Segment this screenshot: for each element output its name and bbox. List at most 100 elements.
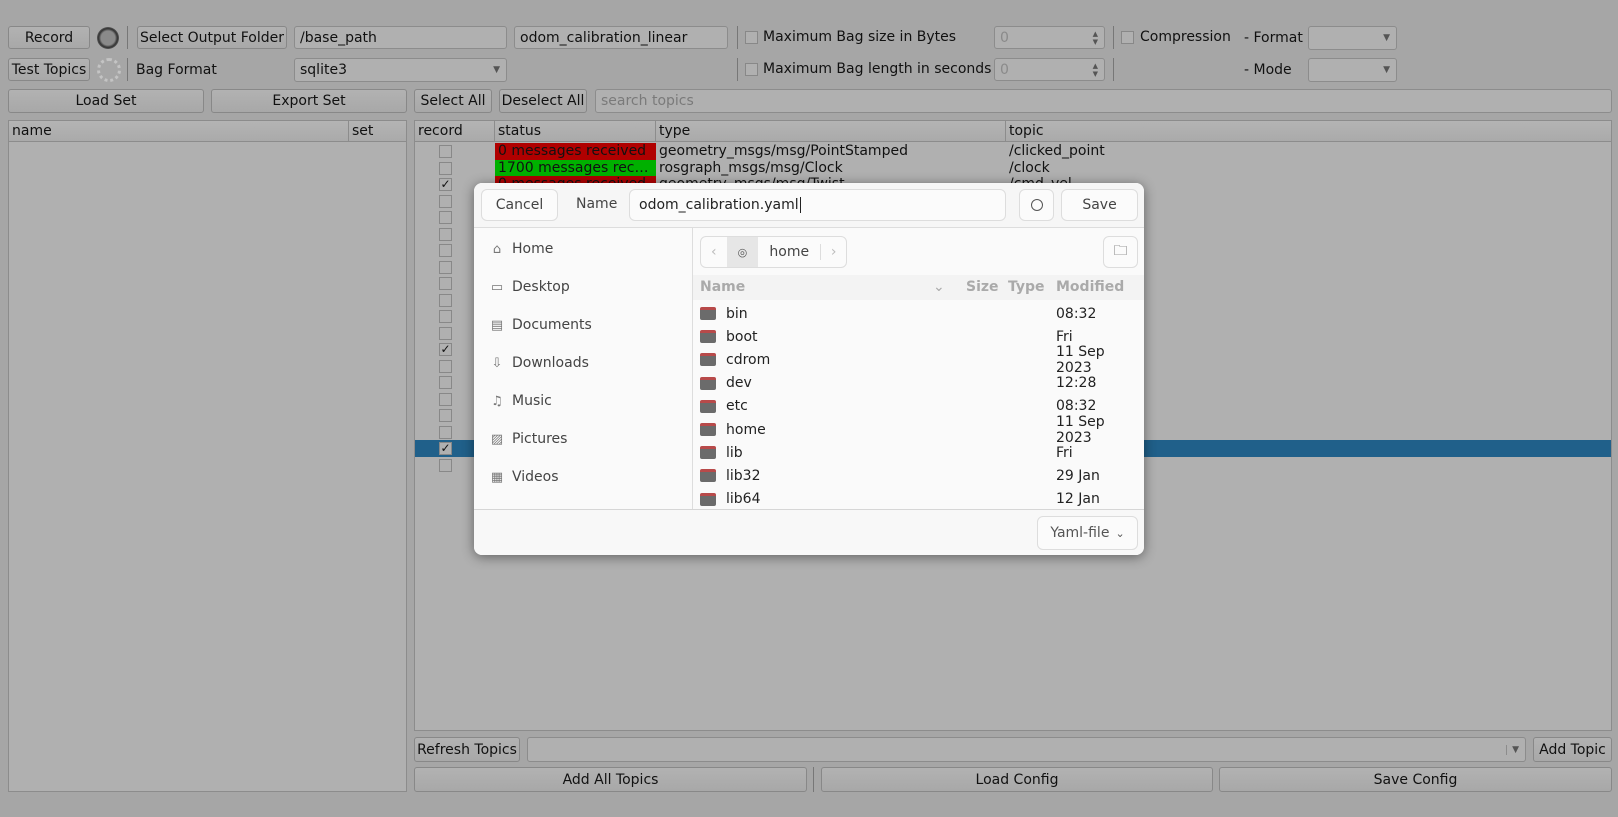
record-checkbox[interactable] <box>439 293 452 307</box>
record-button[interactable]: Record <box>8 26 90 49</box>
file-row[interactable]: dev 12:28 <box>693 372 1144 395</box>
file-name: home <box>726 421 766 438</box>
sidebar-item-label: Downloads <box>512 355 589 371</box>
record-checkbox[interactable] <box>439 260 452 274</box>
path-segment-home[interactable]: home <box>758 244 820 260</box>
search-icon <box>1030 199 1043 211</box>
save-config-button[interactable]: Save Config <box>1219 767 1612 792</box>
column-name[interactable]: Name <box>700 279 745 295</box>
record-checkbox[interactable]: ✓ <box>439 442 452 455</box>
record-checkbox[interactable] <box>439 326 452 340</box>
column-header-status[interactable]: status <box>495 121 656 142</box>
spin-arrows-icon[interactable]: ▲ ▼ <box>1093 62 1098 78</box>
record-checkbox[interactable] <box>439 227 452 241</box>
max-length-spinbox[interactable]: 0 ▲ ▼ <box>994 58 1105 81</box>
sidebar-item-pictures[interactable]: ▨ Pictures <box>490 431 568 447</box>
cancel-button[interactable]: Cancel <box>481 189 558 221</box>
deselect-all-button[interactable]: Deselect All <box>499 89 587 113</box>
max-size-label: Maximum Bag size in Bytes <box>763 29 957 45</box>
column-header-set[interactable]: set <box>349 121 406 142</box>
file-row[interactable]: cdrom 11 Sep 2023 <box>693 344 1144 376</box>
bag-format-combo[interactable]: sqlite3 ▼ <box>294 58 507 82</box>
back-icon[interactable]: ‹ <box>701 244 727 260</box>
divider <box>737 26 738 49</box>
load-config-button[interactable]: Load Config <box>821 767 1213 792</box>
record-checkbox[interactable] <box>439 458 452 472</box>
column-header-topic[interactable]: topic <box>1006 121 1611 142</box>
download-icon: ⇩ <box>491 355 503 371</box>
sidebar-item-music[interactable]: ♫ Music <box>490 393 552 409</box>
sidebar-item-label: Pictures <box>512 431 568 447</box>
record-checkbox[interactable] <box>439 194 452 208</box>
column-header-name[interactable]: name <box>9 121 349 142</box>
add-all-topics-button[interactable]: Add All Topics <box>414 767 807 792</box>
add-topic-button[interactable]: Add Topic <box>1533 737 1612 762</box>
sidebar-item-documents[interactable]: ▤ Documents <box>490 317 592 333</box>
record-checkbox[interactable] <box>439 244 452 257</box>
column-size[interactable]: Size <box>966 279 999 295</box>
record-checkbox[interactable] <box>439 392 452 406</box>
max-size-checkbox[interactable] <box>745 31 758 44</box>
file-row[interactable]: lib Fri <box>693 441 1144 464</box>
record-checkbox[interactable] <box>439 425 452 439</box>
max-size-spinbox[interactable]: 0 ▲ ▼ <box>994 26 1105 49</box>
compression-checkbox[interactable] <box>1121 31 1134 44</box>
sets-table[interactable]: name set <box>8 120 407 792</box>
sidebar-item-videos[interactable]: ▦ Videos <box>490 469 559 485</box>
filename-input[interactable]: odom_calibration.yaml <box>629 189 1006 221</box>
new-folder-icon: 🗀 <box>1113 243 1128 259</box>
save-file-dialog: Cancel Name odom_calibration.yaml Save ⌂… <box>474 183 1144 555</box>
folder-icon <box>700 399 716 413</box>
table-row[interactable]: 0 messages received geometry_msgs/msg/Poi… <box>415 143 1611 160</box>
file-row[interactable]: home 11 Sep 2023 <box>693 414 1144 446</box>
sidebar-item-desktop[interactable]: ▭ Desktop <box>490 279 570 295</box>
topic-combo[interactable]: ▼ <box>527 737 1526 762</box>
table-row[interactable]: 1700 messages rece... rosgraph_msgs/msg/C… <box>415 159 1611 177</box>
select-output-folder-button[interactable]: Select Output Folder <box>137 26 287 49</box>
folder-icon <box>700 307 716 320</box>
mode-combo[interactable]: ▼ <box>1308 58 1397 82</box>
max-length-checkbox[interactable] <box>745 63 758 76</box>
file-row[interactable]: bin 08:32 <box>693 302 1144 325</box>
record-checkbox[interactable] <box>439 161 452 175</box>
file-name: boot <box>726 328 758 345</box>
file-modified: 08:32 <box>1056 305 1097 322</box>
record-checkbox[interactable] <box>439 409 452 422</box>
topic-cell: /clock <box>1009 159 1050 176</box>
select-all-button[interactable]: Select All <box>414 89 492 113</box>
path-bar[interactable]: ‹ ◎ home › <box>700 236 847 268</box>
record-checkbox[interactable] <box>439 376 452 389</box>
record-checkbox[interactable] <box>439 310 452 323</box>
file-row[interactable]: lib32 29 Jan <box>693 464 1144 487</box>
refresh-topics-button[interactable]: Refresh Topics <box>414 737 520 762</box>
test-topics-button[interactable]: Test Topics <box>8 58 90 81</box>
load-set-button[interactable]: Load Set <box>8 89 204 113</box>
folder-icon <box>700 353 716 367</box>
sidebar-item-home[interactable]: ⌂ Home <box>490 241 553 257</box>
spin-arrows-icon[interactable]: ▲ ▼ <box>1093 30 1098 46</box>
record-checkbox[interactable]: ✓ <box>439 343 452 356</box>
column-type[interactable]: Type <box>1008 279 1045 295</box>
record-checkbox[interactable]: ✓ <box>439 178 452 191</box>
forward-icon[interactable]: › <box>820 244 846 260</box>
search-topics-input[interactable]: search topics <box>595 89 1612 113</box>
column-modified[interactable]: Modified <box>1056 279 1124 295</box>
record-checkbox[interactable] <box>439 277 452 290</box>
record-checkbox[interactable] <box>439 145 452 158</box>
export-set-button[interactable]: Export Set <box>211 89 407 113</box>
new-folder-button[interactable]: 🗀 <box>1103 236 1138 268</box>
output-path-field[interactable]: /base_path <box>294 26 507 49</box>
file-filter-dropdown[interactable]: Yaml-file ⌄ <box>1037 516 1138 550</box>
column-header-type[interactable]: type <box>656 121 1006 142</box>
file-row[interactable]: lib64 12 Jan <box>693 488 1144 511</box>
search-button[interactable] <box>1019 189 1054 221</box>
type-cell: rosgraph_msgs/msg/Clock <box>659 159 843 176</box>
sidebar-item-downloads[interactable]: ⇩ Downloads <box>490 355 589 371</box>
format-combo[interactable]: ▼ <box>1308 26 1397 50</box>
record-checkbox[interactable] <box>439 211 452 224</box>
column-header-record[interactable]: record <box>415 121 495 142</box>
save-button[interactable]: Save <box>1061 189 1138 221</box>
bag-name-field[interactable]: odom_calibration_linear <box>514 26 728 49</box>
record-checkbox[interactable] <box>439 359 452 373</box>
disk-icon[interactable]: ◎ <box>726 237 759 267</box>
